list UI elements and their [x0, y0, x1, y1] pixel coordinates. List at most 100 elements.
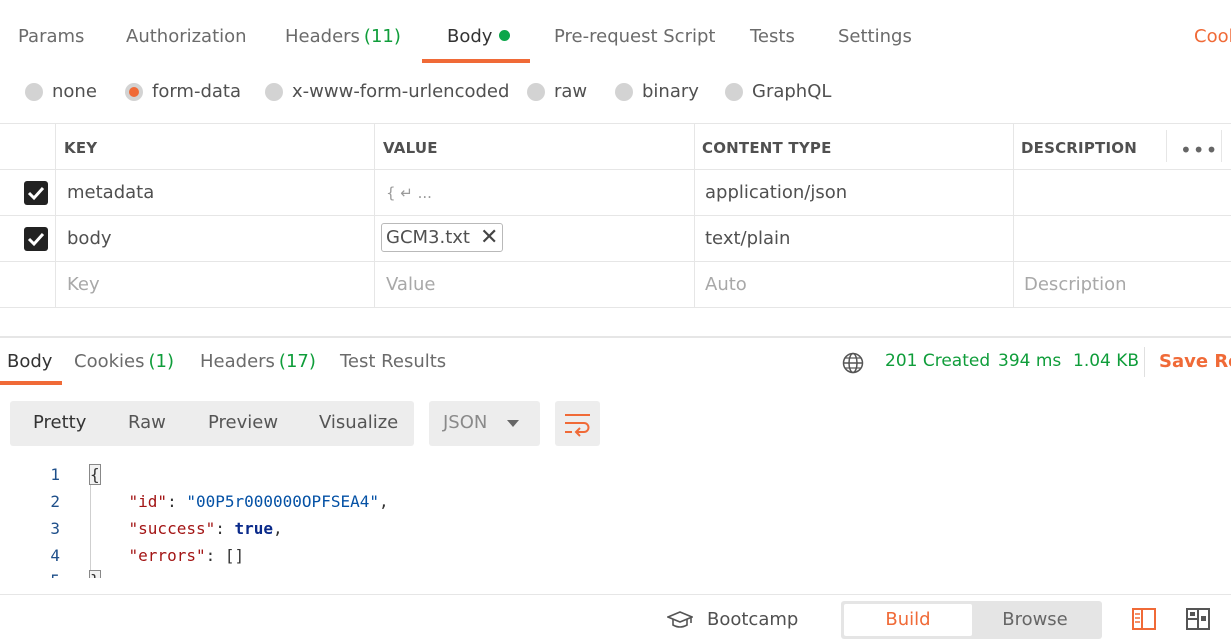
- new-content-type-input[interactable]: Auto: [705, 274, 747, 295]
- request-tabs: Params Authorization Headers (11) Body Pr…: [0, 0, 1231, 64]
- radio-form-data-label: form-data: [152, 81, 242, 102]
- json-brace: }: [89, 570, 101, 578]
- radio-binary[interactable]: binary: [615, 81, 699, 102]
- layout-grid-icon[interactable]: [1186, 608, 1210, 630]
- code-line: "success": true,: [128, 519, 283, 538]
- tab-tests[interactable]: Tests: [750, 26, 795, 47]
- language-select[interactable]: JSON: [429, 401, 540, 446]
- column-divider: [374, 123, 375, 308]
- column-header-description: DESCRIPTION: [1021, 139, 1137, 157]
- tab-authorization-label: Authorization: [126, 26, 247, 47]
- response-active-tab-underline: [0, 381, 62, 385]
- globe-icon[interactable]: [842, 352, 864, 374]
- radio-graphql-label: GraphQL: [752, 81, 832, 102]
- code-line: "id": "00P5r000000OPFSEA4",: [128, 492, 389, 511]
- json-boolean-value: true: [234, 519, 274, 538]
- build-browse-toggle: Build Browse: [841, 601, 1102, 639]
- build-mode-button[interactable]: Build: [844, 604, 972, 636]
- table-row: metadata { ↵ ... application/json: [0, 170, 1231, 216]
- radio-circle-icon: [615, 82, 633, 101]
- radio-raw-label: raw: [554, 81, 588, 102]
- graduation-cap-icon: [667, 610, 693, 628]
- response-pane-divider[interactable]: [0, 336, 1231, 338]
- bootcamp-button[interactable]: Bootcamp: [667, 609, 798, 630]
- save-response-button[interactable]: Save Res: [1159, 351, 1231, 372]
- line-number: 3: [50, 519, 60, 538]
- radio-graphql[interactable]: GraphQL: [725, 81, 831, 102]
- cookies-link[interactable]: Cook: [1194, 26, 1231, 47]
- response-tab-headers[interactable]: Headers (17): [200, 351, 316, 372]
- view-visualize-button[interactable]: Visualize: [319, 412, 398, 433]
- line-number: 5: [30, 571, 60, 578]
- json-string-value: "00P5r000000OPFSEA4": [186, 492, 379, 511]
- response-time[interactable]: 394 ms: [998, 351, 1061, 371]
- response-size[interactable]: 1.04 KB: [1073, 351, 1139, 371]
- code-line: }: [89, 570, 101, 578]
- response-tab-headers-label: Headers: [200, 351, 275, 372]
- view-preview-button[interactable]: Preview: [208, 412, 278, 433]
- column-divider: [55, 123, 56, 308]
- tab-body[interactable]: Body: [447, 26, 511, 47]
- tab-settings-label: Settings: [838, 26, 912, 47]
- response-tab-test-results-label: Test Results: [340, 351, 447, 372]
- response-tab-cookies-label: Cookies: [74, 351, 145, 372]
- remove-file-icon[interactable]: ✕: [480, 226, 498, 248]
- radio-circle-icon: [265, 82, 283, 101]
- column-header-value: VALUE: [383, 139, 438, 157]
- view-raw-button[interactable]: Raw: [128, 412, 166, 433]
- radio-circle-icon: [527, 82, 545, 101]
- new-value-input[interactable]: Value: [386, 274, 435, 295]
- more-options-icon[interactable]: •••: [1180, 138, 1218, 162]
- code-line: {: [89, 464, 101, 485]
- wrap-lines-icon: [565, 414, 590, 437]
- radio-urlencoded-label: x-www-form-urlencoded: [292, 81, 510, 102]
- key-cell[interactable]: body: [67, 228, 112, 249]
- key-cell[interactable]: metadata: [67, 182, 154, 203]
- response-headers-count-badge: (17): [278, 351, 316, 372]
- radio-circle-icon: [25, 82, 43, 101]
- table-row: body GCM3.txt ✕ text/plain: [0, 216, 1231, 262]
- response-tab-cookies[interactable]: Cookies (1): [74, 351, 174, 372]
- new-key-input[interactable]: Key: [67, 274, 100, 295]
- tab-params[interactable]: Params: [18, 26, 84, 47]
- response-tab-test-results[interactable]: Test Results: [340, 351, 446, 372]
- tab-prerequest-script[interactable]: Pre-request Script: [554, 26, 715, 47]
- new-description-input[interactable]: Description: [1024, 274, 1127, 295]
- radio-raw[interactable]: raw: [527, 81, 587, 102]
- json-key: "errors": [128, 546, 206, 565]
- row-enabled-checkbox[interactable]: [24, 227, 48, 251]
- radio-form-data[interactable]: form-data: [125, 81, 241, 102]
- two-pane-view-icon[interactable]: [1132, 608, 1156, 630]
- content-type-cell[interactable]: text/plain: [705, 228, 790, 249]
- wrap-lines-button[interactable]: [555, 401, 600, 446]
- radio-circle-icon: [725, 82, 743, 101]
- header-divider: [1166, 130, 1167, 162]
- browse-mode-button[interactable]: Browse: [971, 604, 1099, 636]
- json-brace: {: [89, 464, 101, 485]
- column-divider: [1013, 123, 1014, 308]
- tab-headers[interactable]: Headers (11): [285, 26, 401, 47]
- value-cell[interactable]: { ↵ ...: [386, 184, 432, 202]
- radio-none[interactable]: none: [25, 81, 97, 102]
- checkmark-icon: [27, 232, 45, 247]
- response-tab-body-label: Body: [7, 351, 53, 372]
- status-code[interactable]: 201 Created: [885, 351, 990, 371]
- bootcamp-label: Bootcamp: [707, 609, 799, 630]
- tab-settings[interactable]: Settings: [838, 26, 912, 47]
- tab-body-label: Body: [447, 26, 493, 47]
- column-header-key: KEY: [64, 139, 98, 157]
- header-divider: [1221, 130, 1222, 162]
- chevron-down-icon: [507, 420, 519, 427]
- language-select-value: JSON: [443, 412, 488, 433]
- view-mode-group: Pretty Raw Preview Visualize: [10, 401, 414, 446]
- radio-urlencoded[interactable]: x-www-form-urlencoded: [265, 81, 509, 102]
- view-pretty-button[interactable]: Pretty: [33, 412, 86, 433]
- status-bar: Bootcamp Build Browse: [0, 594, 1231, 640]
- row-enabled-checkbox[interactable]: [24, 181, 48, 205]
- body-active-dot-icon: [499, 30, 511, 41]
- content-type-cell[interactable]: application/json: [705, 182, 847, 203]
- response-body-editor[interactable]: 1 { 2 "id": "00P5r000000OPFSEA4", 3 "suc…: [0, 460, 1231, 578]
- tab-authorization[interactable]: Authorization: [126, 26, 247, 47]
- tab-prerequest-label: Pre-request Script: [554, 26, 716, 47]
- response-tab-body[interactable]: Body: [7, 351, 52, 372]
